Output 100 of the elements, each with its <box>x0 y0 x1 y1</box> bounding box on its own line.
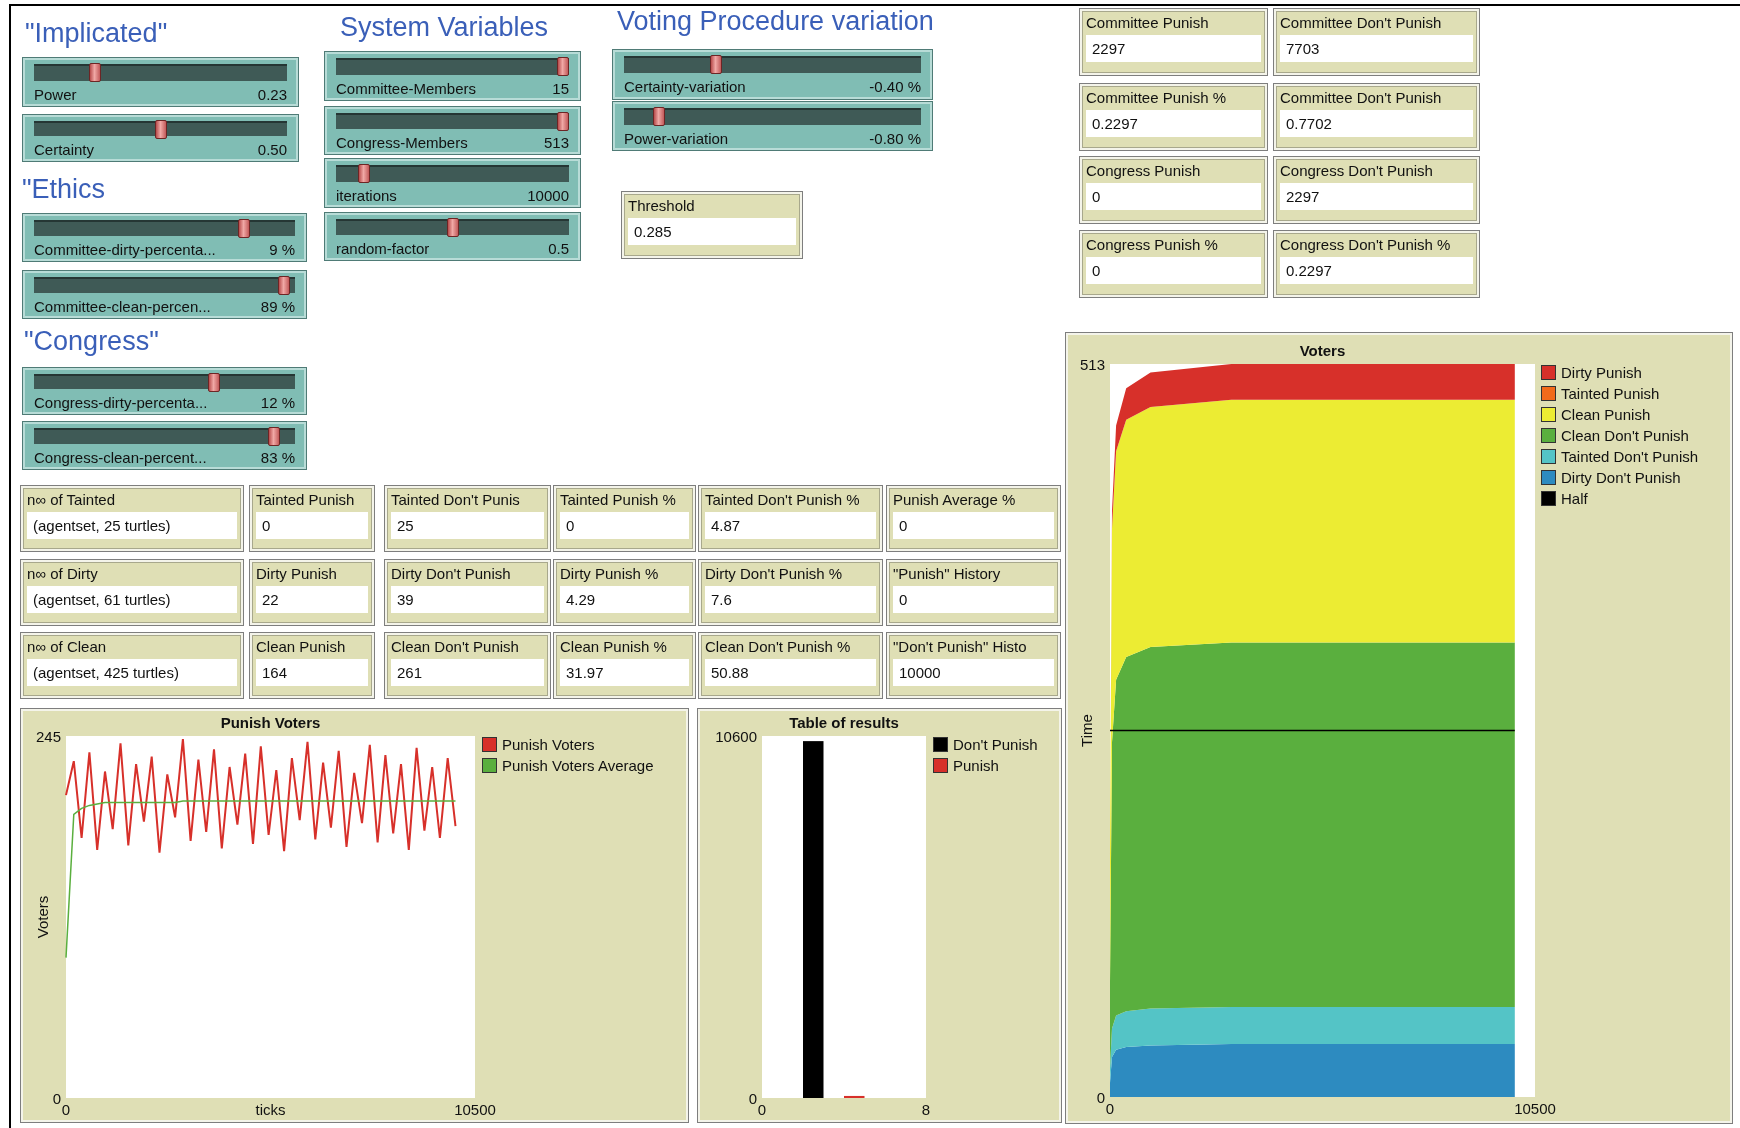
slider-label: Certainty-variation <box>624 78 746 95</box>
slider[interactable]: random-factor 0.5 <box>324 212 581 261</box>
monitor-value: 50.88 <box>705 659 876 686</box>
slider-value: -0.40 % <box>869 78 921 95</box>
slider-label: Committee-Members <box>336 80 477 97</box>
slider-value: 83 % <box>260 449 295 466</box>
legend-label: Punish Voters <box>502 736 595 753</box>
slider-thumb[interactable] <box>154 120 167 139</box>
monitor-value: 31.97 <box>560 659 689 686</box>
monitor-value: 25 <box>391 512 544 539</box>
monitor-label: n∞ of Clean <box>27 638 108 656</box>
monitor-value: 2297 <box>1280 183 1473 210</box>
slider-track[interactable] <box>34 428 295 444</box>
axis-tick-label: 0 <box>52 1089 61 1107</box>
slider-thumb[interactable] <box>278 276 290 295</box>
monitor-value: 164 <box>256 659 368 686</box>
slider[interactable]: Congress-Members 513 <box>324 106 581 155</box>
slider[interactable]: Power 0.23 <box>22 57 299 107</box>
legend-label: Tainted Punish <box>1561 385 1660 402</box>
monitor-value: 0.285 <box>628 218 796 245</box>
monitor-value: 0 <box>1086 257 1261 284</box>
slider-label: Power <box>34 86 77 103</box>
slider[interactable]: iterations 10000 <box>324 158 581 208</box>
monitor-label: Committee Don't Punish <box>1280 14 1443 32</box>
axis-tick-label: 8 <box>921 1101 931 1118</box>
slider-track[interactable] <box>34 374 295 389</box>
slider-track[interactable] <box>34 277 295 293</box>
section-heading: Voting Procedure variation <box>617 6 934 37</box>
slider-label: Committee-dirty-percenta... <box>34 241 216 258</box>
monitor-value: (agentset, 425 turtles) <box>27 659 237 686</box>
monitor-label: Committee Punish <box>1086 14 1210 32</box>
monitor-label: "Punish" History <box>893 565 1002 583</box>
slider-label: Congress-Members <box>336 134 468 151</box>
slider-label: Congress-clean-percent... <box>34 449 207 466</box>
slider[interactable]: Certainty-variation -0.40 % <box>612 49 933 100</box>
monitor-value: 0 <box>893 512 1054 539</box>
slider-thumb[interactable] <box>557 57 569 76</box>
chart-title: Table of results <box>789 714 899 731</box>
legend-label: Punish Voters Average <box>502 757 654 774</box>
monitor-value: 0.2297 <box>1280 257 1473 284</box>
legend-label: Clean Punish <box>1561 406 1651 423</box>
monitor-label: Committee Don't Punish <box>1280 89 1443 107</box>
slider-thumb[interactable] <box>446 218 459 237</box>
slider-track[interactable] <box>336 165 569 182</box>
monitor-value: 4.29 <box>560 586 689 613</box>
slider-thumb[interactable] <box>268 427 281 446</box>
slider[interactable]: Congress-clean-percent... 83 % <box>22 421 307 470</box>
slider[interactable]: Committee-Members 15 <box>324 51 581 101</box>
slider-thumb[interactable] <box>358 164 371 183</box>
legend-label: Half <box>1561 490 1588 507</box>
monitor-value: (agentset, 61 turtles) <box>27 586 237 613</box>
slider-thumb[interactable] <box>557 112 569 131</box>
axis-tick-label: 513 <box>1079 355 1105 373</box>
slider-track[interactable] <box>336 113 569 129</box>
slider-thumb[interactable] <box>89 63 102 82</box>
monitor-label: Dirty Punish <box>256 565 338 583</box>
chart-title: Punish Voters <box>220 714 321 731</box>
monitor-label: Dirty Don't Punish <box>391 565 512 583</box>
monitor-value: 7.6 <box>705 586 876 613</box>
slider-track[interactable] <box>34 220 295 236</box>
monitor-label: Dirty Punish % <box>560 565 660 583</box>
slider[interactable]: Committee-dirty-percenta... 9 % <box>22 213 307 262</box>
monitor-label: Dirty Don't Punish % <box>705 565 844 583</box>
monitor-value: 39 <box>391 586 544 613</box>
slider-value: 15 <box>552 80 569 97</box>
slider-track[interactable] <box>624 108 921 125</box>
monitor-value: 10000 <box>893 659 1054 686</box>
slider-value: 0.50 <box>257 141 287 158</box>
axis-tick-label: 10500 <box>454 1101 496 1118</box>
legend-label: Dirty Don't Punish <box>1561 469 1681 486</box>
monitor-label: Congress Punish <box>1086 162 1202 180</box>
axis-tick-label: 0 <box>1096 1088 1105 1106</box>
slider-track[interactable] <box>336 219 569 235</box>
slider-value: -0.80 % <box>869 130 921 147</box>
axis-tick-label: 0 <box>61 1101 71 1118</box>
slider-thumb[interactable] <box>238 219 251 238</box>
slider-track[interactable] <box>624 56 921 73</box>
section-heading: "Ethics <box>22 174 106 205</box>
slider-track[interactable] <box>34 64 287 81</box>
slider-thumb[interactable] <box>652 107 665 126</box>
section-heading: "Implicated" <box>25 18 168 49</box>
monitor-label: Clean Punish <box>256 638 347 656</box>
monitor-label: Committee Punish % <box>1086 89 1228 107</box>
slider-thumb[interactable] <box>208 373 221 392</box>
section-heading: "Congress" <box>24 326 159 357</box>
slider-track[interactable] <box>34 121 287 136</box>
slider-value: 9 % <box>269 241 295 258</box>
slider[interactable]: Power-variation -0.80 % <box>612 101 933 151</box>
slider[interactable]: Certainty 0.50 <box>22 114 299 162</box>
monitor-value: 0 <box>1086 183 1261 210</box>
slider[interactable]: Congress-dirty-percenta... 12 % <box>22 367 307 415</box>
axis-tick-label: 10600 <box>715 727 757 745</box>
legend-label: Tainted Don't Punish <box>1561 448 1699 465</box>
monitor-label: Tainted Don't Punish % <box>705 491 861 509</box>
monitor-label: n∞ of Dirty <box>27 565 99 583</box>
slider-thumb[interactable] <box>709 55 722 74</box>
monitor-label: Tainted Punish % <box>560 491 677 509</box>
slider[interactable]: Committee-clean-percen... 89 % <box>22 270 307 319</box>
axis-tick-label: 0 <box>757 1101 767 1118</box>
slider-track[interactable] <box>336 58 569 75</box>
